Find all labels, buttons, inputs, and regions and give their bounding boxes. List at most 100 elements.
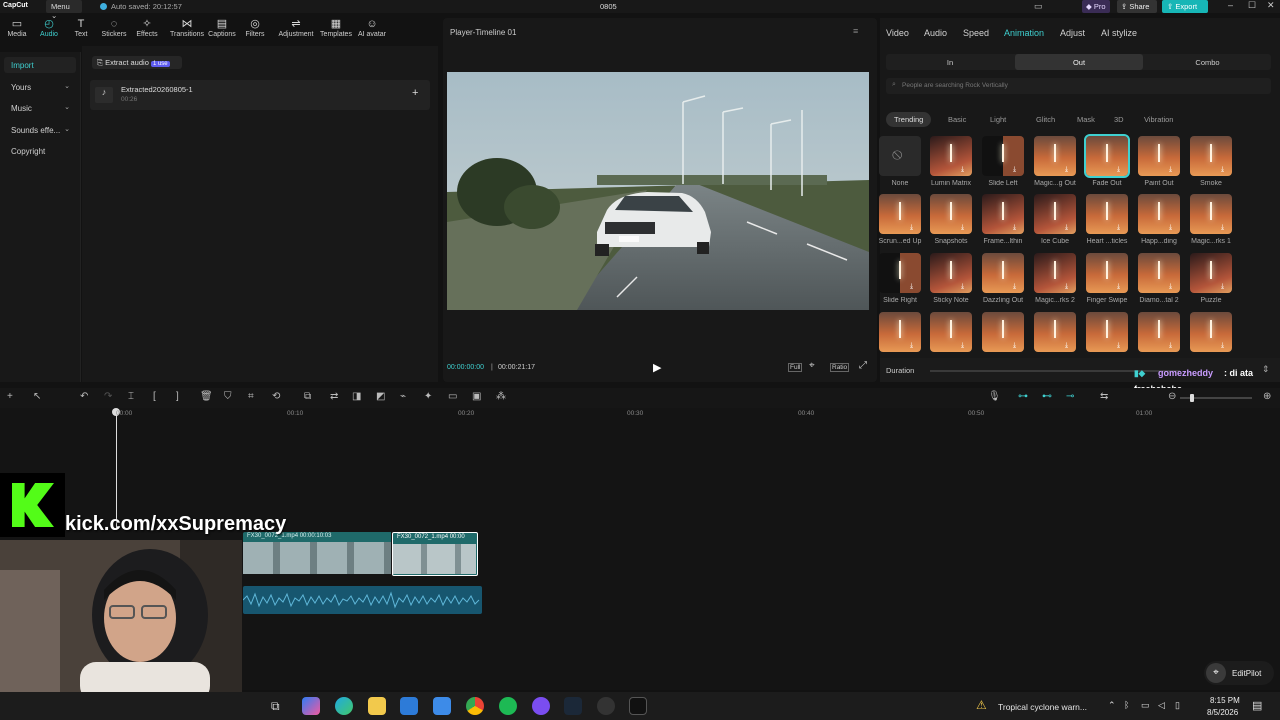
- battery-icon[interactable]: ▯: [1175, 700, 1180, 711]
- tool-audio[interactable]: ◴ Audio: [32, 18, 66, 38]
- freeze-icon[interactable]: ⧉: [304, 391, 311, 402]
- animation-tile[interactable]: ⤓: [879, 312, 921, 352]
- file-explorer-icon[interactable]: [368, 697, 386, 715]
- audio-item[interactable]: ♪ Extracted20260805-1 00:26 +: [90, 80, 430, 110]
- tab-in[interactable]: In: [886, 54, 1014, 70]
- sidebar-item-music[interactable]: Music ⌄: [4, 100, 76, 116]
- select-tool-icon[interactable]: ↖: [33, 391, 41, 402]
- zoom-out-icon[interactable]: ⊖: [1168, 391, 1176, 402]
- maximize-icon[interactable]: ☐: [1248, 0, 1256, 11]
- close-icon[interactable]: ✕: [1267, 0, 1275, 11]
- play-icon[interactable]: ▶: [653, 361, 661, 374]
- animation-tile[interactable]: ⤓: [879, 253, 921, 293]
- animation-tile[interactable]: ⤓: [1190, 136, 1232, 176]
- animation-tile[interactable]: ⤓: [982, 136, 1024, 176]
- tab-audio[interactable]: Audio: [924, 28, 947, 38]
- sidebar-item-copyright[interactable]: Copyright: [4, 143, 76, 159]
- redo-icon[interactable]: ↷: [104, 391, 112, 402]
- tool-ai-avatar[interactable]: ☺ AI avatar: [355, 18, 389, 38]
- sidebar-item-import[interactable]: Import: [4, 57, 76, 73]
- copilot-icon[interactable]: [302, 697, 320, 715]
- main-track-link-icon[interactable]: ⊶: [1018, 391, 1028, 402]
- ai-edit-icon[interactable]: ⁂: [496, 391, 506, 402]
- tray-chevron-icon[interactable]: ⌃: [1108, 700, 1116, 711]
- tool-transitions[interactable]: ⋈ Transitions: [167, 18, 207, 38]
- network-icon[interactable]: ▭: [1141, 700, 1150, 711]
- edge-icon[interactable]: [335, 697, 353, 715]
- zoom-slider[interactable]: [1180, 394, 1252, 402]
- tab-video[interactable]: Video: [886, 28, 909, 38]
- snapshot-icon[interactable]: ⌖: [809, 360, 815, 371]
- ratio-button[interactable]: Ratio: [830, 363, 850, 372]
- minimize-icon[interactable]: –: [1228, 0, 1233, 10]
- rotate-icon[interactable]: ◩: [376, 391, 385, 402]
- sidebar-item-yours[interactable]: Yours ⌄: [4, 79, 76, 95]
- animation-tile[interactable]: ⤓: [982, 194, 1024, 234]
- tool-effects[interactable]: ✧ Effects: [130, 18, 164, 38]
- chip-light[interactable]: Light: [982, 112, 1014, 127]
- animation-tile[interactable]: ⤓: [1138, 312, 1180, 352]
- tab-combo[interactable]: Combo: [1144, 54, 1271, 70]
- store-icon[interactable]: [400, 697, 418, 715]
- add-track-icon[interactable]: +: [7, 391, 13, 402]
- chip-mask[interactable]: Mask: [1069, 112, 1103, 127]
- search-input[interactable]: ⌕ People are searching Rock Vertically: [886, 78, 1271, 94]
- sidebar-item-sounds-effe[interactable]: Sounds effe... ⌄: [4, 122, 76, 138]
- speed-icon[interactable]: ⟲: [272, 391, 280, 402]
- auto-snap-icon[interactable]: ⊷: [1042, 391, 1052, 402]
- animation-tile[interactable]: ⤓: [930, 136, 972, 176]
- animation-tile[interactable]: ⤓: [1190, 253, 1232, 293]
- video-preview[interactable]: [447, 72, 869, 310]
- animation-tile[interactable]: ⤓: [1190, 194, 1232, 234]
- animation-tile[interactable]: ⤓: [1034, 136, 1076, 176]
- tab-speed[interactable]: Speed: [963, 28, 989, 38]
- animation-tile[interactable]: ⤓: [1086, 194, 1128, 234]
- full-button[interactable]: Full: [788, 363, 803, 372]
- animation-tile[interactable]: ⤓: [1138, 194, 1180, 234]
- task-view-icon[interactable]: ⧉: [271, 699, 280, 714]
- chip-glitch[interactable]: Glitch: [1028, 112, 1063, 127]
- tool-adjustment[interactable]: ⇌ Adjustment: [276, 18, 316, 38]
- layout-icon[interactable]: ▭: [1034, 1, 1043, 12]
- animation-tile[interactable]: ⤓: [1086, 253, 1128, 293]
- clock-time[interactable]: 8:15 PM: [1210, 696, 1240, 705]
- audio-clip[interactable]: [242, 586, 482, 614]
- share-button[interactable]: ⇪ Share: [1117, 0, 1157, 13]
- marker-icon[interactable]: ⛉: [224, 391, 232, 402]
- animation-tile[interactable]: ⤓: [1086, 312, 1128, 352]
- animation-tile[interactable]: ⤓: [1138, 136, 1180, 176]
- export-button[interactable]: ⇧ Export: [1162, 0, 1208, 13]
- menu-button[interactable]: Menu ⌄: [46, 0, 82, 20]
- discord-icon[interactable]: [532, 697, 550, 715]
- fullscreen-icon[interactable]: ⤢: [859, 360, 867, 371]
- photos-icon[interactable]: [433, 697, 451, 715]
- notification-icon[interactable]: ▤: [1252, 699, 1262, 712]
- animation-tile[interactable]: ⦸: [879, 136, 921, 176]
- tab-ai-stylize[interactable]: AI stylize: [1101, 28, 1137, 38]
- clock-date[interactable]: 8/5/2026: [1207, 708, 1238, 717]
- delete-icon[interactable]: 🗑: [200, 391, 213, 402]
- chip-vibration[interactable]: Vibration: [1136, 112, 1181, 127]
- obs-icon[interactable]: [597, 697, 615, 715]
- magic-icon[interactable]: ✦: [424, 391, 432, 402]
- fit-timeline-icon[interactable]: ⊕: [1263, 391, 1271, 402]
- undo-icon[interactable]: ↶: [80, 391, 88, 402]
- weather-alert[interactable]: Tropical cyclone warn...: [998, 702, 1087, 712]
- animation-tile[interactable]: ⤓: [879, 194, 921, 234]
- animation-tile[interactable]: ⤓: [1190, 312, 1232, 352]
- pro-button[interactable]: ◆ Pro: [1082, 0, 1110, 13]
- extract-audio-button[interactable]: ⎘ Extract audio 1 use: [92, 56, 182, 69]
- preview-axis-icon[interactable]: ⇆: [1100, 391, 1108, 402]
- microphone-icon[interactable]: 🎙: [988, 391, 1001, 402]
- crop-icon[interactable]: ⌗: [248, 391, 254, 402]
- spotify-icon[interactable]: [499, 697, 517, 715]
- tool-stickers[interactable]: ◌ Stickers: [97, 18, 131, 38]
- bluetooth-icon[interactable]: ᛒ: [1124, 700, 1129, 710]
- animation-tile[interactable]: ⤓: [1034, 194, 1076, 234]
- animation-tile[interactable]: ⤓: [1034, 312, 1076, 352]
- color-icon[interactable]: ⌁: [400, 391, 406, 402]
- animation-tile[interactable]: ⤓: [982, 312, 1024, 352]
- animation-tile[interactable]: ⤓: [930, 253, 972, 293]
- split-icon[interactable]: ⌶: [128, 391, 134, 402]
- reverse-icon[interactable]: ⇄: [330, 391, 338, 402]
